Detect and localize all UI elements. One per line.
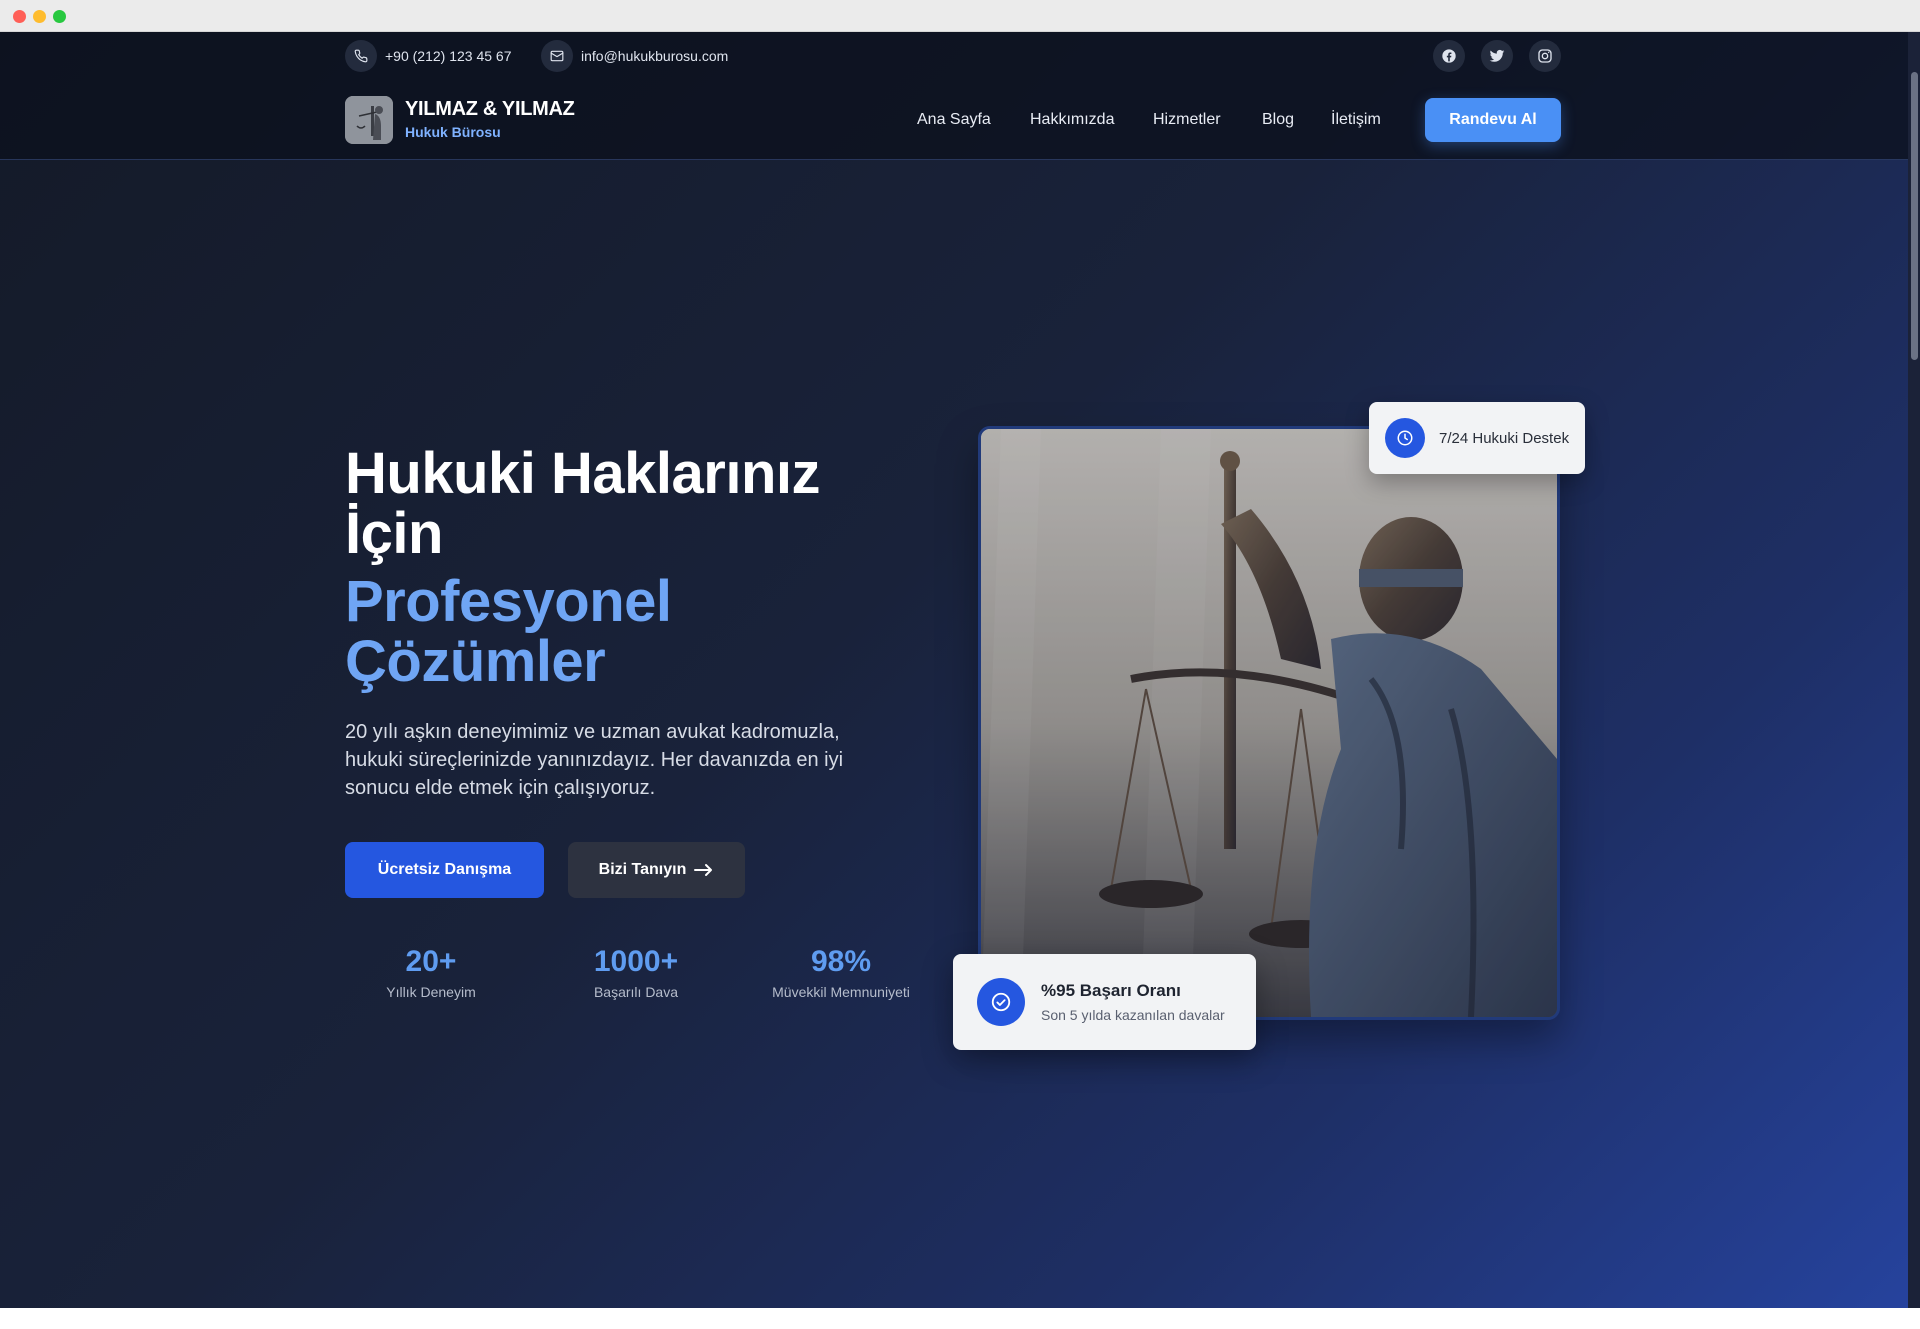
page-viewport: +90 (212) 123 45 67 info@hukukburosu.com (0, 32, 1920, 1308)
hero-title: Hukuki Haklarınız İçin (345, 441, 820, 566)
email-contact[interactable]: info@hukukburosu.com (541, 40, 728, 72)
arrow-right-icon (694, 864, 713, 876)
success-rate-badge: %95 Başarı Oranı Son 5 yılda kazanılan d… (953, 954, 1256, 1050)
facebook-icon[interactable] (1433, 40, 1465, 72)
free-consultation-button[interactable]: Ücretsiz Danışma (345, 842, 544, 898)
instagram-icon[interactable] (1529, 40, 1561, 72)
close-window-button[interactable] (13, 10, 26, 23)
success-rate-subtitle: Son 5 yılda kazanılan davalar (1041, 1007, 1225, 1023)
hero-title-accent: Profesyonel Çözümler (345, 569, 672, 694)
stat-label: Başarılı Dava (593, 984, 679, 1000)
site-header: +90 (212) 123 45 67 info@hukukburosu.com (0, 32, 1908, 160)
clock-icon (1385, 418, 1425, 458)
nav-services[interactable]: Hizmetler (1153, 96, 1221, 144)
hero-description: 20 yılı aşkın deneyimimiz ve uzman avuka… (345, 721, 844, 799)
success-rate-title: %95 Başarı Oranı (1041, 981, 1181, 1000)
stat-value: 20+ (405, 945, 457, 978)
mail-icon (541, 40, 573, 72)
phone-contact[interactable]: +90 (212) 123 45 67 (345, 40, 512, 72)
check-circle-icon (977, 978, 1025, 1026)
stat-cases: 1000+ Başarılı Dava (546, 944, 726, 1000)
stat-value: 98% (810, 945, 872, 978)
email-address: info@hukukburosu.com (581, 48, 729, 64)
main-navigation: YILMAZ & YILMAZ Hukuk Bürosu Ana Sayfa H… (345, 96, 1561, 144)
about-us-button-label: Bizi Tanıyın (598, 861, 687, 878)
minimize-window-button[interactable] (33, 10, 46, 23)
stat-label: Müvekkil Memnuniyeti (772, 984, 910, 1000)
stat-satisfaction: 98% Müvekkil Memnuniyeti (751, 944, 931, 1000)
twitter-icon[interactable] (1481, 40, 1513, 72)
scrollbar-thumb[interactable] (1911, 72, 1918, 360)
stat-experience: 20+ Yıllık Deneyim (341, 944, 521, 1000)
nav-blog[interactable]: Blog (1262, 96, 1294, 144)
stat-label: Yıllık Deneyim (386, 984, 476, 1000)
logo-image[interactable] (345, 96, 393, 144)
nav-home[interactable]: Ana Sayfa (917, 96, 991, 144)
page-bottom-edge (0, 1308, 1920, 1329)
support-badge-text: 7/24 Hukuki Destek (1439, 429, 1570, 447)
browser-titlebar (0, 0, 1920, 32)
support-badge: 7/24 Hukuki Destek (1369, 402, 1585, 474)
maximize-window-button[interactable] (53, 10, 66, 23)
lady-justice-image (978, 426, 1560, 1020)
page-scrollbar[interactable] (1908, 32, 1920, 1308)
phone-icon (345, 40, 377, 72)
nav-about[interactable]: Hakkımızda (1030, 96, 1114, 144)
nav-contact[interactable]: İletişim (1331, 96, 1381, 144)
appointment-button[interactable]: Randevu Al (1425, 98, 1561, 142)
phone-number: +90 (212) 123 45 67 (385, 48, 512, 64)
top-contact-bar: +90 (212) 123 45 67 info@hukukburosu.com (345, 40, 1561, 72)
about-us-button[interactable]: Bizi Tanıyın (568, 842, 745, 898)
brand-tagline: Hukuk Bürosu (405, 124, 501, 140)
stat-value: 1000+ (593, 945, 679, 978)
brand-name[interactable]: YILMAZ & YILMAZ (405, 98, 575, 121)
